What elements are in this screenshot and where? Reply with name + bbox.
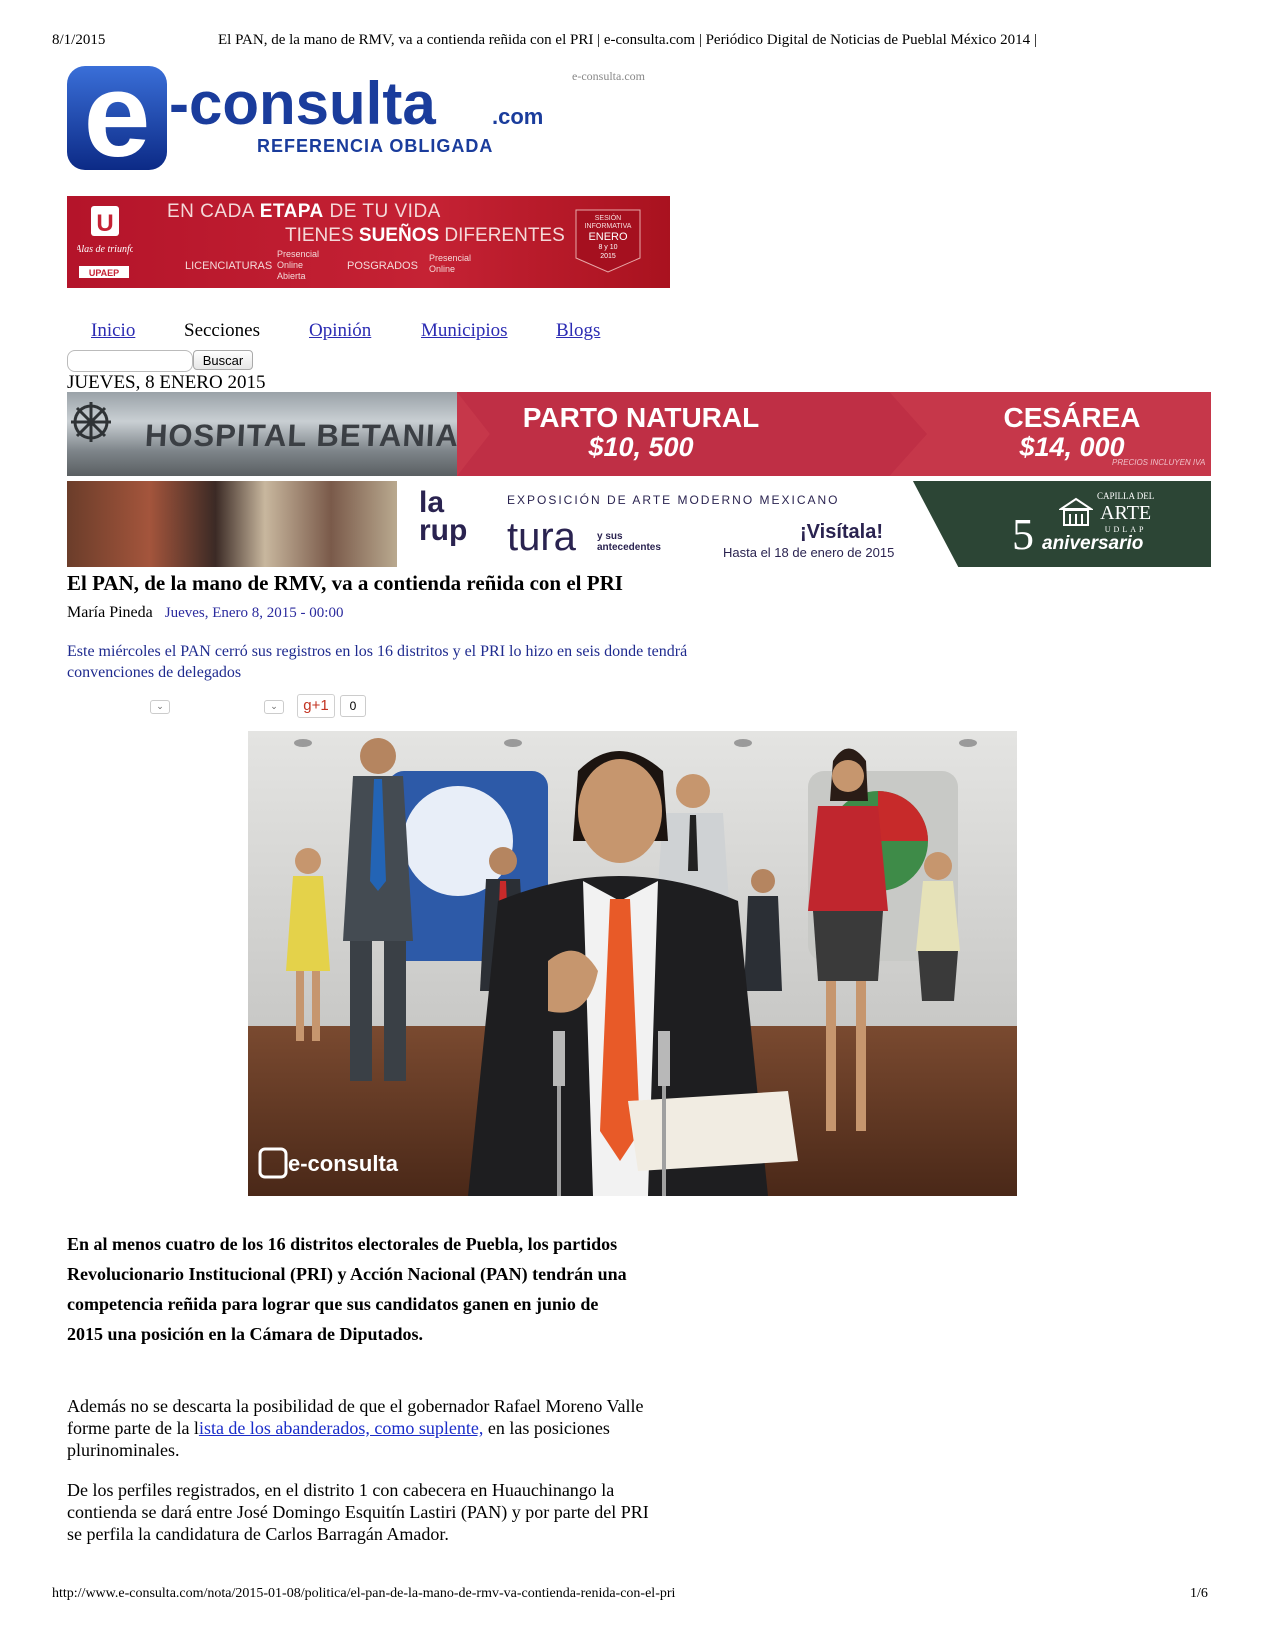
upaep-licenciaturas: LICENCIATURAS [185, 260, 273, 272]
upaep-logo-icon: U Alas de triunfo UPAEP [77, 206, 133, 278]
author: María Pineda [67, 604, 153, 621]
artwork-image [67, 481, 397, 567]
abanderados-link[interactable]: ista de los abanderados, como suplente, [199, 1418, 483, 1438]
offer-parto-natural: PARTO NATURAL [522, 402, 760, 433]
upaep-pos-modes: Presencial Online [429, 253, 472, 274]
search-button[interactable]: Buscar [193, 350, 253, 370]
nav-item-opinion[interactable]: Opinión [309, 320, 371, 342]
article-title: El PAN, de la mano de RMV, va a contiend… [67, 571, 623, 595]
ruptura-hasta: Hasta el 18 de enero de 2015 [723, 545, 895, 560]
upaep-headline-1: EN CADA ETAPA DE TU VIDA [167, 201, 441, 222]
nav-item-municipios[interactable]: Municipios [421, 320, 508, 342]
byline: María Pineda Jueves, Enero 8, 2015 - 00:… [67, 604, 343, 622]
aniversario-label: aniversario [1042, 533, 1144, 554]
print-title: El PAN, de la mano de RMV, va a contiend… [218, 32, 1037, 48]
hospital-name: HOSPITAL BETANIA [144, 418, 460, 453]
aniversario-number: 5 [1012, 510, 1034, 559]
svg-text:8 y 10: 8 y 10 [598, 244, 617, 251]
article-lead: En al menos cuatro de los 16 distritos e… [67, 1234, 627, 1344]
svg-text:.com: .com [492, 104, 543, 129]
nav-item-secciones[interactable]: Secciones [184, 320, 260, 342]
svg-text:UPAEP: UPAEP [89, 268, 119, 278]
ruptura-antecedentes: y sus antecedentes [597, 531, 661, 553]
svg-text:ENERO: ENERO [588, 231, 628, 243]
svg-text:2015: 2015 [600, 253, 616, 260]
upaep-session-badge: SESIÓN INFORMATIVA ENERO 8 y 10 2015 [575, 209, 641, 273]
svg-text:REFERENCIA OBLIGADA: REFERENCIA OBLIGADA [257, 136, 493, 156]
page-number: 1/6 [1190, 1586, 1208, 1601]
ruptura-expo-title: EXPOSICIÓN DE ARTE MODERNO MEXICANO [507, 493, 840, 507]
e-consulta-logo-graphic: e -consulta .com REFERENCIA OBLIGADA [67, 48, 543, 182]
nav-item-inicio[interactable]: Inicio [91, 320, 135, 342]
svg-text:SESIÓN: SESIÓN [595, 213, 621, 222]
svg-text:INFORMATIVA: INFORMATIVA [585, 223, 632, 230]
share-dropdown-1[interactable]: ⌄ [150, 700, 170, 714]
article-summary: Este miércoles el PAN cerró sus registro… [67, 643, 688, 681]
upaep-lic-modes: Presencial Online Abierta [277, 249, 320, 281]
ad-banner-betania[interactable]: HOSPITAL BETANIA PARTO NATURAL $10, 500 … [67, 392, 1211, 476]
svg-text:e: e [84, 66, 151, 176]
ruptura-visitala: ¡Visítala! [800, 521, 883, 543]
publish-date: Jueves, Enero 8, 2015 - 00:00 [164, 605, 344, 621]
capilla-label: CAPILLA DEL ARTE UDLAP [1097, 491, 1155, 534]
image-watermark: e-consulta [288, 1151, 399, 1176]
price-note: PRECIOS INCLUYEN IVA [1112, 458, 1206, 467]
capilla-building-icon [1059, 497, 1093, 526]
print-date: 8/1/2015 [52, 32, 106, 48]
google-plus-count: 0 [340, 695, 366, 717]
price-parto-natural: $10, 500 [588, 432, 694, 462]
dateline: JUEVES, 8 ENERO 2015 [67, 372, 266, 393]
offer-cesarea: CESÁREA [1003, 402, 1141, 433]
print-url: http://www.e-consulta.com/nota/2015-01-0… [52, 1586, 676, 1601]
upaep-headline-2: TIENES SUEÑOS DIFERENTES [285, 225, 565, 246]
svg-text:U: U [96, 210, 113, 237]
site-logo[interactable]: e -consulta .com REFERENCIA OBLIGADA [67, 48, 577, 182]
article-illustration: e-consulta [248, 731, 1017, 1196]
article-paragraph-2: De los perfiles registrados, en el distr… [67, 1480, 649, 1544]
site-label: e-consulta.com [572, 69, 645, 83]
share-dropdown-2[interactable]: ⌄ [264, 700, 284, 714]
ruptura-tura: tura [507, 515, 576, 559]
article-paragraph-1: Además no se descarta la posibilidad de … [67, 1396, 644, 1460]
search-input[interactable] [67, 350, 193, 372]
upaep-posgrados: POSGRADOS [347, 260, 418, 272]
ad-banner-ruptura[interactable]: la rup EXPOSICIÓN DE ARTE MODERNO MEXICAN… [67, 481, 1211, 567]
google-plus-button[interactable]: g+1 [297, 694, 335, 718]
nav-item-blogs[interactable]: Blogs [556, 320, 600, 342]
hospital-emblem-icon [71, 402, 111, 442]
svg-text:-consulta: -consulta [169, 70, 436, 137]
ad-banner-upaep[interactable]: U Alas de triunfo UPAEP EN CADA ETAPA DE… [67, 196, 670, 288]
ruptura-logo: la rup [419, 486, 468, 547]
svg-text:Alas de triunfo: Alas de triunfo [77, 244, 133, 255]
